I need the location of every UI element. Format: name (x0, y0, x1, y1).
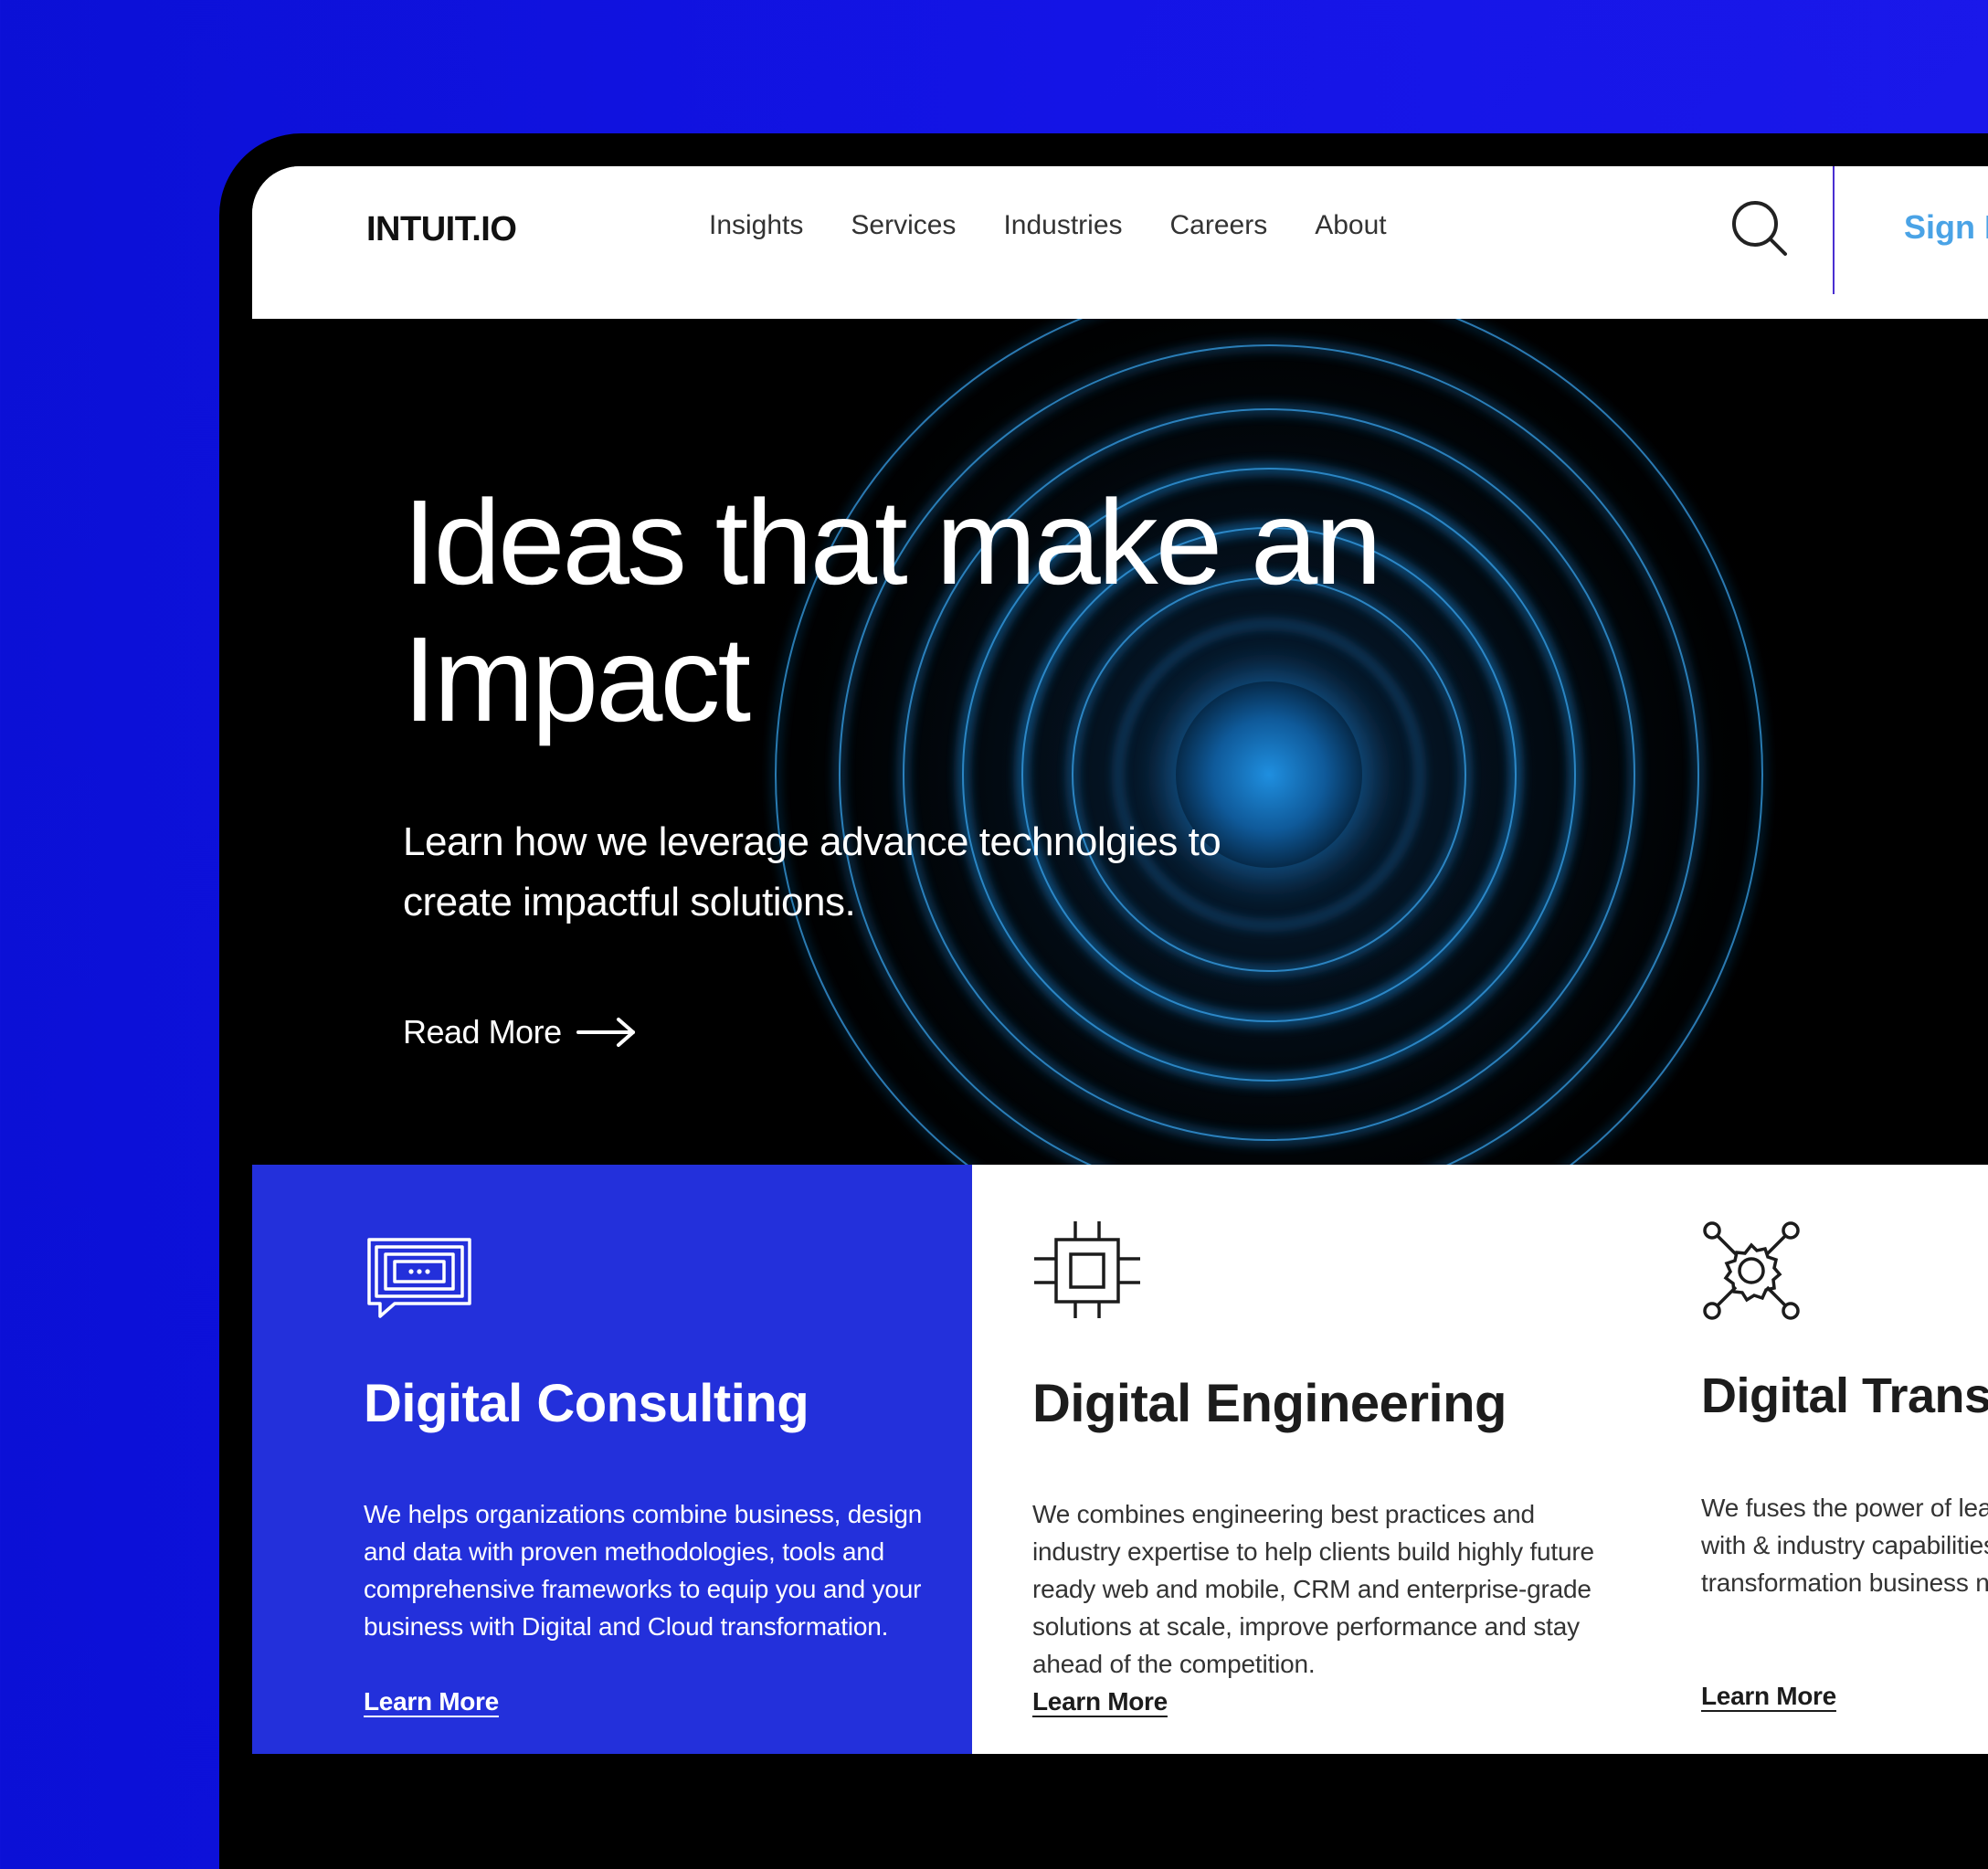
hero-subtitle: Learn how we leverage advance technolgie… (403, 819, 1221, 924)
nav-about[interactable]: About (1315, 210, 1386, 241)
chip-icon (1034, 1221, 1140, 1318)
card-digital-engineering: Digital Engineering We combines engineer… (972, 1165, 1641, 1754)
main-nav: Insights Services Industries Careers Abo… (709, 210, 1387, 241)
card-digital-transformation: Digital Transformation We fuses the powe… (1641, 1165, 1988, 1754)
read-more-label: Read More (403, 1013, 562, 1051)
nav-careers[interactable]: Careers (1170, 210, 1268, 241)
sign-in-link[interactable]: Sign In (1904, 208, 1988, 247)
card-title: Digital Engineering (1032, 1374, 1507, 1433)
website-screen: INTUIT.IO Insights Services Industries C… (252, 166, 1988, 1754)
hero-title: Ideas that make an Impact (403, 475, 1382, 746)
card-digital-consulting: Digital Consulting We helps organization… (252, 1165, 972, 1754)
nav-services[interactable]: Services (851, 210, 956, 241)
gear-network-icon (1703, 1221, 1800, 1320)
arrow-right-icon (576, 1018, 635, 1047)
card-body: We helps organizations combine business,… (364, 1500, 923, 1641)
chat-screens-icon (367, 1238, 471, 1318)
card-title: Digital Transformation (1701, 1368, 1988, 1423)
nav-industries[interactable]: Industries (1003, 210, 1122, 241)
learn-more-link[interactable]: Learn More (1032, 1687, 1168, 1716)
services-cards: Digital Consulting We helps organization… (252, 1165, 1988, 1754)
logo[interactable]: INTUIT.IO (366, 210, 517, 249)
site-header: INTUIT.IO Insights Services Industries C… (252, 166, 1988, 319)
read-more-link[interactable]: Read More (403, 1013, 637, 1051)
hero-section: Ideas that make an Impact Learn how we l… (252, 319, 1988, 1165)
learn-more-link[interactable]: Learn More (364, 1687, 499, 1716)
card-body: We fuses the power of leading and cloud … (1701, 1494, 1988, 1597)
nav-insights[interactable]: Insights (709, 210, 803, 241)
card-body: We combines engineering best practices a… (1032, 1500, 1594, 1678)
card-title: Digital Consulting (364, 1374, 809, 1433)
header-divider (1833, 166, 1835, 294)
learn-more-link[interactable]: Learn More (1701, 1682, 1836, 1711)
search-icon[interactable] (1730, 199, 1789, 258)
